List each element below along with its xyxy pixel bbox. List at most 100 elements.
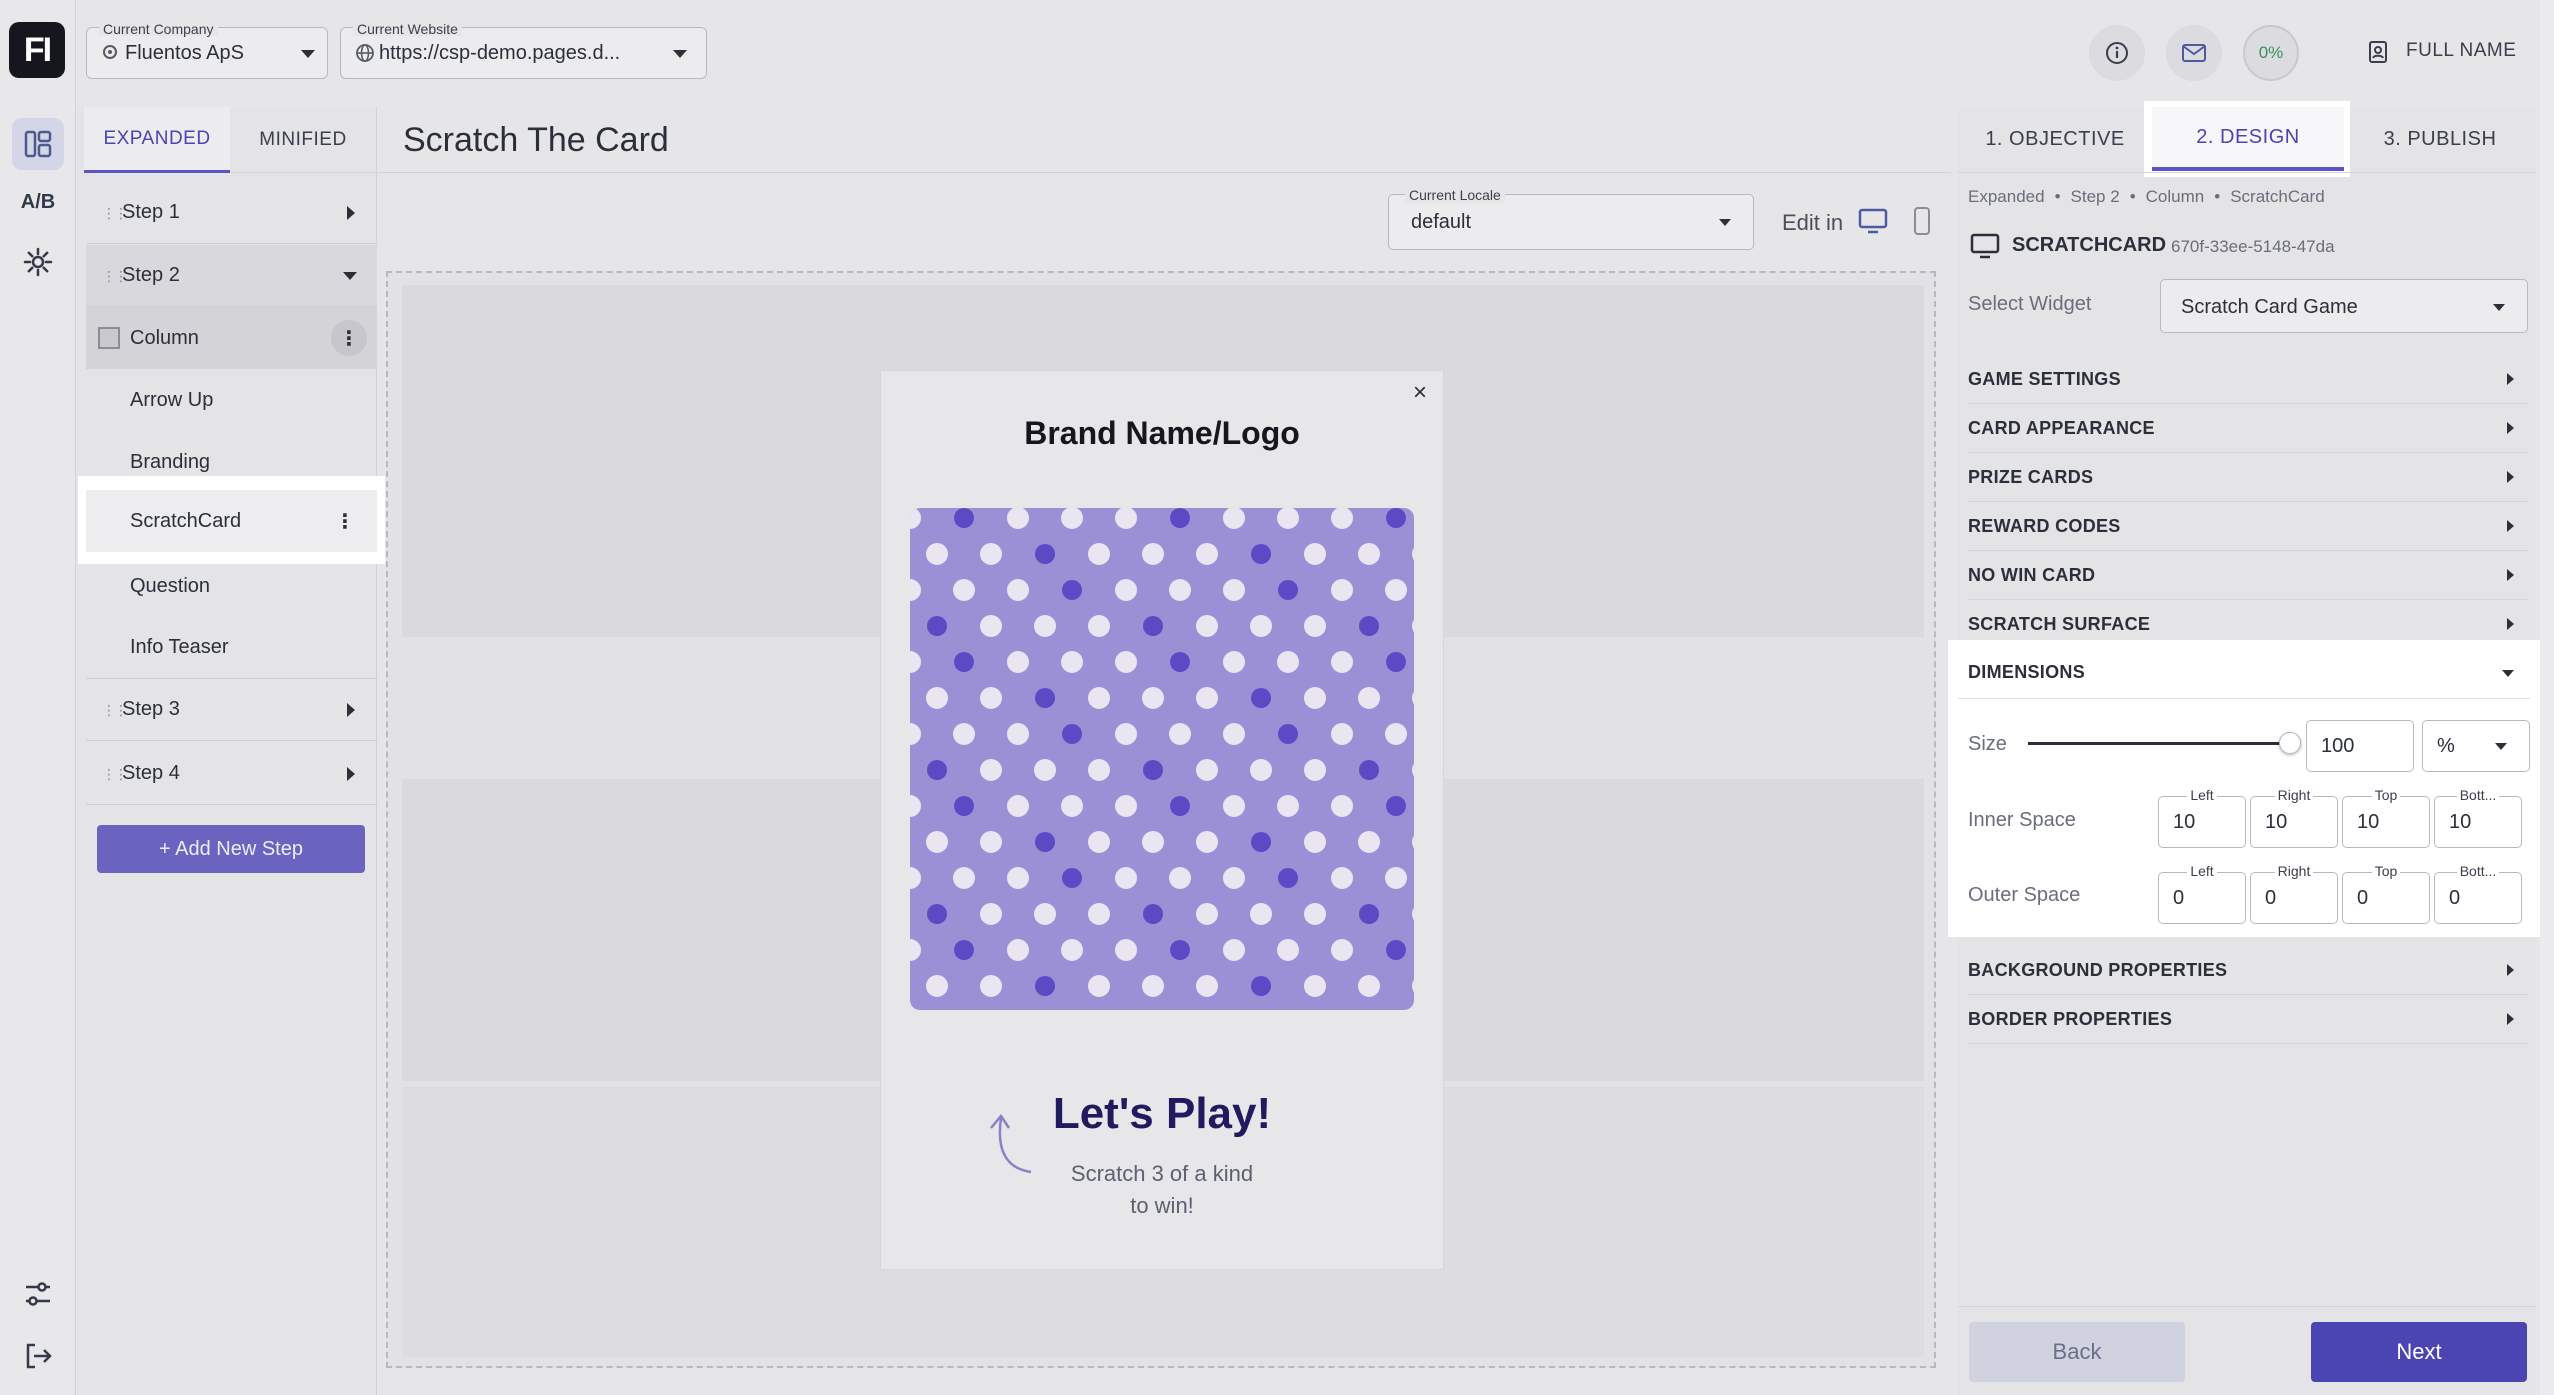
tree-item-question[interactable]: Question (86, 555, 377, 617)
field-label: Right (2274, 863, 2314, 879)
step-label: Step 2 (122, 264, 180, 286)
section-background-properties[interactable]: BACKGROUND PROPERTIES (1968, 946, 2528, 995)
step-tree-panel: EXPANDED MINIFIED ⋮⋮ Step 1 ⋮⋮ Step 2 Co… (76, 107, 385, 1395)
section-reward-codes[interactable]: REWARD CODES (1968, 502, 2528, 551)
section-label: GAME SETTINGS (1968, 368, 2121, 389)
size-slider-handle[interactable] (2279, 732, 2301, 754)
breadcrumb-item[interactable]: Expanded (1968, 187, 2045, 207)
chevron-down-icon[interactable] (2502, 670, 2514, 677)
breadcrumb-separator: • (2129, 187, 2136, 206)
inner-left-input[interactable]: Left 10 (2158, 787, 2246, 848)
kebab-icon[interactable]: ⋮ (331, 320, 367, 356)
tree-step-4[interactable]: ⋮⋮ Step 4 (86, 743, 377, 805)
card-dot (1007, 651, 1029, 673)
tab-minified[interactable]: MINIFIED (230, 107, 376, 173)
outer-bottom-input[interactable]: Bott... 0 (2434, 863, 2522, 924)
drag-handle-icon[interactable]: ⋮⋮ (102, 269, 128, 283)
tree-item-scratchcard[interactable]: ScratchCard ⋮ (86, 490, 377, 552)
card-dot (980, 687, 1002, 709)
desktop-icon[interactable] (1858, 208, 1888, 239)
website-select[interactable]: Current Website https://csp-demo.pages.d… (340, 22, 707, 79)
card-dot (1035, 544, 1055, 564)
size-unit-select[interactable]: % (2422, 720, 2530, 772)
select-widget-dropdown[interactable]: Scratch Card Game (2160, 279, 2528, 333)
chevron-right-icon[interactable] (347, 206, 355, 220)
dimensions-title[interactable]: DIMENSIONS (1968, 662, 2085, 683)
size-input[interactable]: 100 (2306, 720, 2414, 772)
card-dot (1358, 975, 1380, 997)
back-button[interactable]: Back (1969, 1322, 2185, 1382)
page-title: Scratch The Card (403, 121, 669, 159)
chevron-right-icon (2507, 520, 2514, 532)
gear-icon[interactable] (12, 236, 64, 288)
tab-objective[interactable]: 1. OBJECTIVE (1958, 107, 2152, 171)
divider (1958, 1306, 2536, 1307)
tree-item-arrow-up[interactable]: Arrow Up (86, 369, 377, 431)
tab-design[interactable]: 2. DESIGN (2152, 107, 2344, 171)
breadcrumb-item[interactable]: ScratchCard (2230, 187, 2324, 207)
chevron-right-icon[interactable] (347, 703, 355, 717)
tree-column[interactable]: Column ⋮ (86, 307, 377, 369)
inner-top-input[interactable]: Top 10 (2342, 787, 2430, 848)
locale-value: default (1411, 211, 1472, 233)
card-dot (1007, 867, 1029, 889)
inner-right-input[interactable]: Right 10 (2250, 787, 2338, 848)
logout-icon[interactable] (12, 1330, 64, 1382)
profile-icon[interactable] (2368, 40, 2390, 64)
card-dot (954, 796, 974, 816)
card-dot (1386, 508, 1406, 528)
kebab-icon[interactable]: ⋮ (335, 509, 355, 534)
canvas-header: Scratch The Card (377, 107, 1951, 173)
card-dot (1304, 759, 1326, 781)
drag-handle-icon[interactable]: ⋮⋮ (102, 703, 128, 717)
outer-right-input[interactable]: Right 0 (2250, 863, 2338, 924)
card-dot (1278, 724, 1298, 744)
tree-item-info-teaser[interactable]: Info Teaser (86, 617, 377, 679)
info-icon[interactable] (2089, 25, 2145, 81)
mobile-icon[interactable] (1912, 206, 1932, 241)
chevron-down-icon[interactable] (343, 272, 357, 280)
locale-select[interactable]: Current Locale default (1388, 187, 1754, 250)
card-dot (1115, 867, 1137, 889)
card-dot (1034, 759, 1056, 781)
user-name[interactable]: FULL NAME (2406, 40, 2516, 62)
close-icon[interactable]: × (1413, 379, 1427, 407)
tab-publish[interactable]: 3. PUBLISH (2344, 107, 2536, 171)
scratch-card[interactable] (910, 508, 1414, 1010)
ab-test-icon[interactable]: A/B (12, 176, 64, 228)
section-prize-cards[interactable]: PRIZE CARDS (1968, 453, 2528, 502)
card-dot (927, 616, 947, 636)
tree-step-3[interactable]: ⋮⋮ Step 3 (86, 679, 377, 741)
next-button[interactable]: Next (2311, 1322, 2527, 1382)
card-dot (1358, 831, 1380, 853)
tab-expanded[interactable]: EXPANDED (84, 107, 230, 173)
scrollbar[interactable] (2540, 0, 2554, 1395)
app-logo[interactable]: FI (9, 22, 65, 78)
tree-step-2[interactable]: ⋮⋮ Step 2 (86, 245, 377, 307)
section-border-properties[interactable]: BORDER PROPERTIES (1968, 995, 2528, 1044)
card-dot (1304, 543, 1326, 565)
chevron-right-icon[interactable] (347, 767, 355, 781)
card-dot (1007, 723, 1029, 745)
card-dot (1278, 868, 1298, 888)
mail-icon[interactable] (2166, 25, 2222, 81)
tree-step-1[interactable]: ⋮⋮ Step 1 (86, 182, 377, 244)
drag-handle-icon[interactable]: ⋮⋮ (102, 767, 128, 781)
inner-bottom-input[interactable]: Bott... 10 (2434, 787, 2522, 848)
section-no-win-card[interactable]: NO WIN CARD (1968, 551, 2528, 600)
size-slider-track[interactable] (2028, 732, 2301, 754)
breadcrumb-item[interactable]: Column (2146, 187, 2205, 207)
layout-icon[interactable] (12, 118, 64, 170)
section-card-appearance[interactable]: CARD APPEARANCE (1968, 404, 2528, 453)
add-new-step-button[interactable]: + Add New Step (97, 825, 365, 873)
outer-top-input[interactable]: Top 0 (2342, 863, 2430, 924)
sliders-icon[interactable] (12, 1268, 64, 1320)
drag-handle-icon[interactable]: ⋮⋮ (102, 206, 128, 220)
company-select[interactable]: Current Company Fluentos ApS (86, 22, 328, 79)
card-dot (1304, 831, 1326, 853)
card-dot (1251, 832, 1271, 852)
breadcrumb-item[interactable]: Step 2 (2071, 187, 2120, 207)
section-game-settings[interactable]: GAME SETTINGS (1968, 355, 2528, 404)
outer-left-input[interactable]: Left 0 (2158, 863, 2246, 924)
section-label: NO WIN CARD (1968, 564, 2096, 585)
